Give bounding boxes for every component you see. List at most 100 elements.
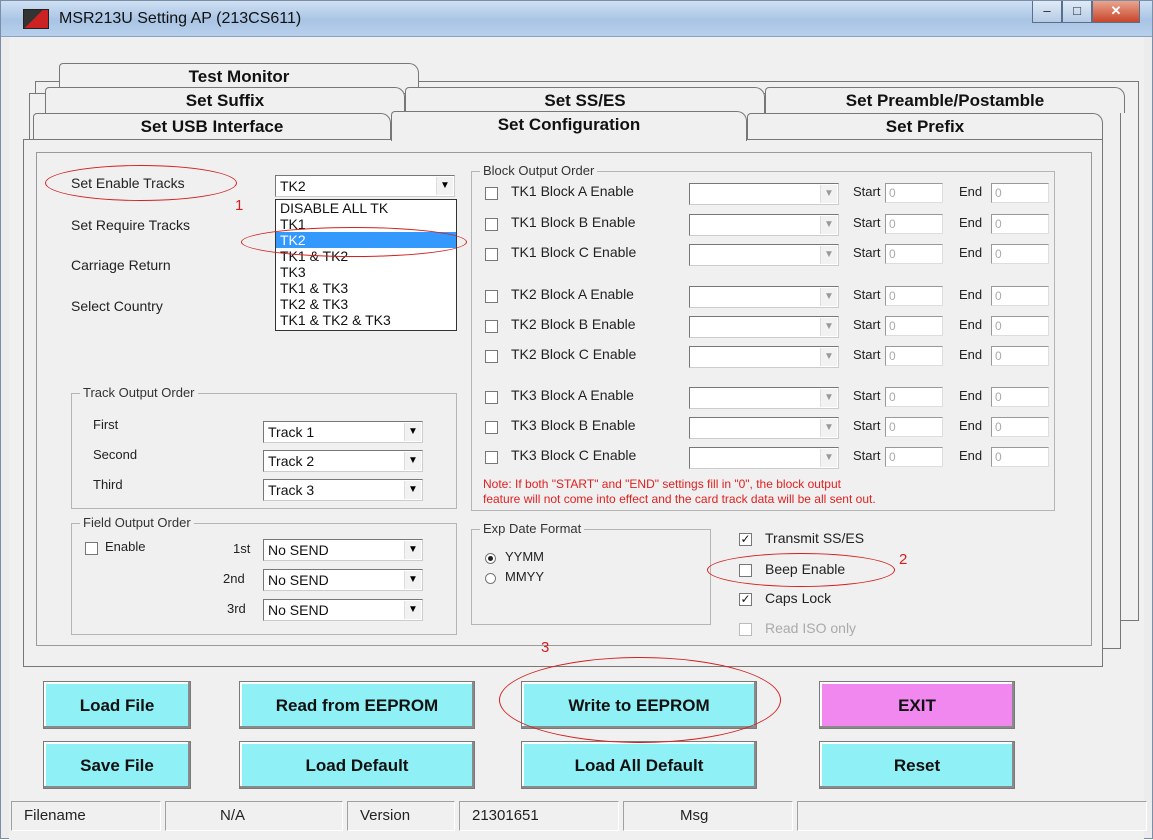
tab-test-monitor[interactable]: Test Monitor [59,63,419,89]
read-iso-only-label: Read ISO only [765,620,857,636]
chevron-down-icon[interactable]: ▼ [404,481,421,499]
title-bar[interactable]: MSR213U Setting AP (213CS611) – □ ✕ [1,1,1152,37]
chevron-down-icon[interactable]: ▼ [820,288,837,306]
block-enable-checkbox[interactable] [485,320,498,333]
block-select[interactable]: ▼ [689,316,839,338]
block-enable-checkbox[interactable] [485,391,498,404]
block-start-input[interactable]: 0 [885,214,943,234]
block-enable-checkbox[interactable] [485,350,498,363]
read-eeprom-button[interactable]: Read from EEPROM [239,681,475,729]
chevron-down-icon[interactable]: ▼ [436,177,453,195]
enable-tracks-dropdown[interactable]: DISABLE ALL TK TK1 TK2 TK1 & TK2 TK3 TK1… [275,199,457,331]
block-enable-checkbox[interactable] [485,451,498,464]
dropdown-option[interactable]: TK1 [276,216,456,232]
chevron-down-icon[interactable]: ▼ [820,389,837,407]
tab-set-prefix[interactable]: Set Prefix [747,113,1103,139]
block-end-input[interactable]: 0 [991,316,1049,336]
second-track-select[interactable]: Track 2 ▼ [263,450,423,472]
block-end-input[interactable]: 0 [991,417,1049,437]
block-start-input[interactable]: 0 [885,346,943,366]
chevron-down-icon[interactable]: ▼ [820,246,837,264]
chevron-down-icon[interactable]: ▼ [404,571,421,589]
chevron-down-icon[interactable]: ▼ [820,318,837,336]
load-file-button[interactable]: Load File [43,681,191,729]
chevron-down-icon[interactable]: ▼ [404,541,421,559]
block-start-input[interactable]: 0 [885,286,943,306]
block-select[interactable]: ▼ [689,214,839,236]
block-enable-checkbox[interactable] [485,218,498,231]
exit-button[interactable]: EXIT [819,681,1015,729]
dropdown-option[interactable]: DISABLE ALL TK [276,200,456,216]
block-select[interactable]: ▼ [689,346,839,368]
beep-enable-checkbox[interactable] [739,564,752,577]
chevron-down-icon[interactable]: ▼ [820,185,837,203]
load-all-default-button[interactable]: Load All Default [521,741,757,789]
block-start-input[interactable]: 0 [885,417,943,437]
block-end-label: End [959,245,983,260]
field-output-enable-label: Enable [105,539,146,554]
block-enable-checkbox[interactable] [485,290,498,303]
chevron-down-icon[interactable]: ▼ [820,348,837,366]
block-end-input[interactable]: 0 [991,214,1049,234]
field-1st-select[interactable]: No SEND ▼ [263,539,423,561]
load-default-button[interactable]: Load Default [239,741,475,789]
block-end-input[interactable]: 0 [991,183,1049,203]
field-2nd-value: No SEND [268,572,329,588]
enable-tracks-select[interactable]: TK2 ▼ [275,175,455,197]
save-file-button[interactable]: Save File [43,741,191,789]
first-track-select[interactable]: Track 1 ▼ [263,421,423,443]
transmit-ss-es-checkbox[interactable]: ✓ [739,533,752,546]
block-end-input[interactable]: 0 [991,346,1049,366]
dropdown-option[interactable]: TK1 & TK2 & TK3 [276,312,456,328]
dropdown-option[interactable]: TK1 & TK3 [276,280,456,296]
dropdown-option[interactable]: TK2 & TK3 [276,296,456,312]
block-start-input[interactable]: 0 [885,387,943,407]
chevron-down-icon[interactable]: ▼ [820,216,837,234]
block-select[interactable]: ▼ [689,244,839,266]
tab-set-usb-interface[interactable]: Set USB Interface [33,113,391,139]
chevron-down-icon[interactable]: ▼ [404,452,421,470]
block-select[interactable]: ▼ [689,286,839,308]
write-eeprom-button[interactable]: Write to EEPROM [521,681,757,729]
block-select[interactable]: ▼ [689,183,839,205]
close-button[interactable]: ✕ [1092,1,1140,23]
caps-lock-checkbox[interactable]: ✓ [739,593,752,606]
maximize-button[interactable]: □ [1062,1,1092,23]
field-2nd-select[interactable]: No SEND ▼ [263,569,423,591]
tab-set-preamble-postamble[interactable]: Set Preamble/Postamble [765,87,1125,113]
block-enable-checkbox[interactable] [485,187,498,200]
block-end-input[interactable]: 0 [991,286,1049,306]
chevron-down-icon[interactable]: ▼ [820,419,837,437]
field-3rd-select[interactable]: No SEND ▼ [263,599,423,621]
reset-button[interactable]: Reset [819,741,1015,789]
chevron-down-icon[interactable]: ▼ [404,423,421,441]
dropdown-option-selected[interactable]: TK2 [276,232,456,248]
block-select[interactable]: ▼ [689,447,839,469]
block-enable-checkbox[interactable] [485,421,498,434]
minimize-button[interactable]: – [1032,1,1062,23]
dropdown-option[interactable]: TK3 [276,264,456,280]
field-output-enable-checkbox[interactable] [85,542,98,555]
block-select[interactable]: ▼ [689,387,839,409]
block-select[interactable]: ▼ [689,417,839,439]
third-track-select[interactable]: Track 3 ▼ [263,479,423,501]
tab-set-configuration[interactable]: Set Configuration [391,111,747,141]
block-start-input[interactable]: 0 [885,183,943,203]
read-iso-only-checkbox[interactable] [739,623,752,636]
yymm-radio[interactable] [485,553,496,564]
field-3rd-label: 3rd [227,601,246,616]
block-end-input[interactable]: 0 [991,244,1049,264]
chevron-down-icon[interactable]: ▼ [404,601,421,619]
annotation-number-2: 2 [899,551,908,568]
block-end-input[interactable]: 0 [991,447,1049,467]
block-enable-checkbox[interactable] [485,248,498,261]
block-end-input[interactable]: 0 [991,387,1049,407]
dropdown-option[interactable]: TK1 & TK2 [276,248,456,264]
block-start-input[interactable]: 0 [885,447,943,467]
mmyy-radio[interactable] [485,573,496,584]
tab-set-ss-es[interactable]: Set SS/ES [405,87,765,113]
block-start-input[interactable]: 0 [885,316,943,336]
block-start-input[interactable]: 0 [885,244,943,264]
chevron-down-icon[interactable]: ▼ [820,449,837,467]
tab-set-suffix[interactable]: Set Suffix [45,87,405,113]
